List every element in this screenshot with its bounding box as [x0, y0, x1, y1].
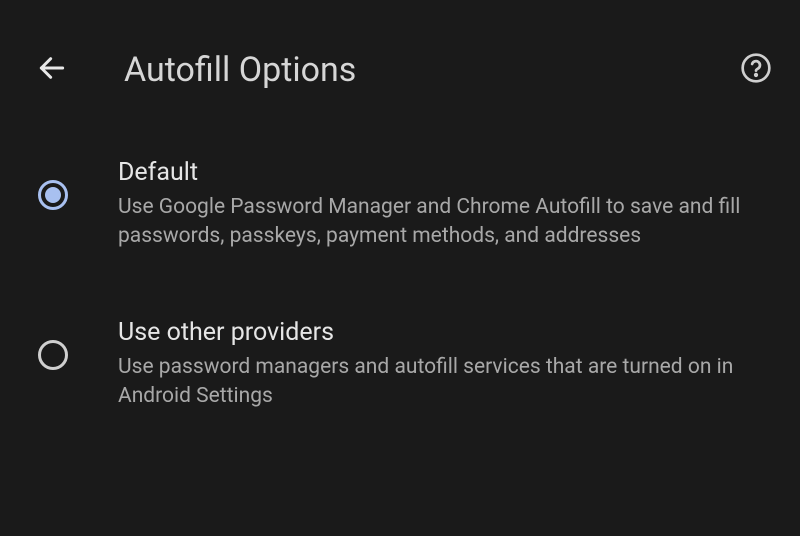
option-description: Use Google Password Manager and Chrome A… — [118, 193, 752, 252]
back-icon[interactable] — [36, 52, 68, 88]
options-list: Default Use Google Password Manager and … — [0, 110, 800, 430]
option-title: Default — [118, 158, 752, 187]
option-other-providers[interactable]: Use other providers Use password manager… — [36, 300, 772, 430]
header: Autofill Options — [0, 0, 800, 110]
radio-default[interactable] — [36, 178, 70, 212]
option-text: Use other providers Use password manager… — [118, 318, 772, 412]
help-icon[interactable] — [740, 52, 772, 88]
option-title: Use other providers — [118, 318, 752, 347]
option-description: Use password managers and autofill servi… — [118, 353, 752, 412]
radio-other-providers[interactable] — [36, 338, 70, 372]
page-title: Autofill Options — [124, 50, 740, 90]
option-default[interactable]: Default Use Google Password Manager and … — [36, 140, 772, 270]
option-text: Default Use Google Password Manager and … — [118, 158, 772, 252]
